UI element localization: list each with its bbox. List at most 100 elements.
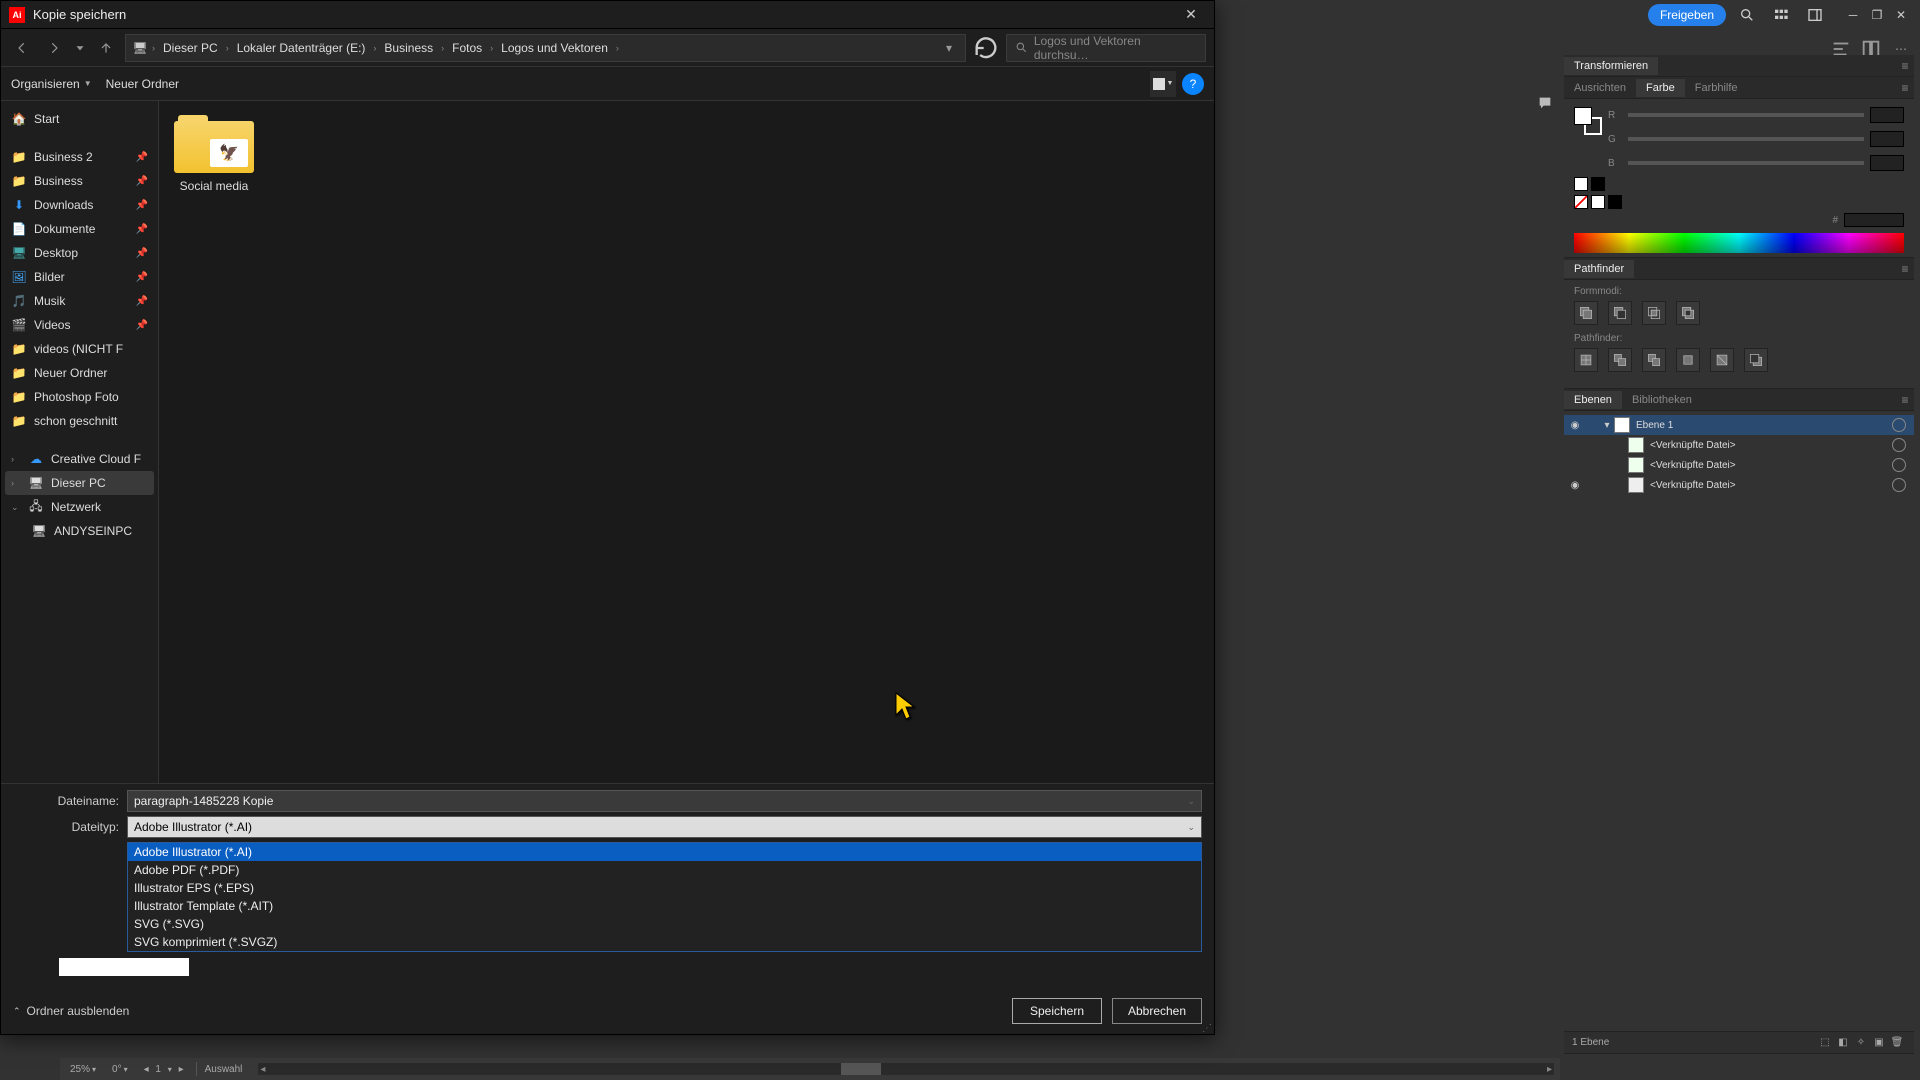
save-button[interactable]: Speichern <box>1012 998 1102 1024</box>
tab-align[interactable]: Ausrichten <box>1564 79 1636 97</box>
g-value[interactable] <box>1870 131 1904 147</box>
breadcrumb-dropdown[interactable]: ▾ <box>939 41 959 55</box>
view-mode-button[interactable]: ▼ <box>1150 71 1176 97</box>
layer-row[interactable]: ◉ <Verknüpfte Datei> <box>1564 475 1914 495</box>
visibility-icon[interactable]: ◉ <box>1564 480 1586 491</box>
expand-icon[interactable]: › <box>11 454 21 464</box>
tab-colorguide[interactable]: Farbhilfe <box>1685 79 1748 97</box>
expand-icon[interactable]: ▾ <box>1600 420 1614 431</box>
outline-icon[interactable] <box>1710 348 1734 372</box>
recent-dropdown[interactable] <box>73 35 87 61</box>
minus-front-icon[interactable] <box>1608 301 1632 325</box>
sidebar-item[interactable]: 📁Neuer Ordner <box>5 361 154 385</box>
organize-button[interactable]: Organisieren▼ <box>11 77 92 91</box>
intersect-icon[interactable] <box>1642 301 1666 325</box>
pin-icon[interactable]: 📌 <box>136 320 148 331</box>
folder-item[interactable]: 🦅 Social media <box>171 113 257 193</box>
filename-input[interactable]: paragraph-1485228 Kopie⌄ <box>127 790 1202 812</box>
target-icon[interactable] <box>1892 458 1906 472</box>
visibility-icon[interactable]: ◉ <box>1564 420 1586 431</box>
trim-icon[interactable] <box>1608 348 1632 372</box>
layer-row[interactable]: <Verknüpfte Datei> <box>1564 455 1914 475</box>
target-icon[interactable] <box>1892 438 1906 452</box>
filetype-option[interactable]: Illustrator Template (*.AIT) <box>128 897 1201 915</box>
pin-icon[interactable]: 📌 <box>136 152 148 163</box>
refresh-button[interactable] <box>972 34 1000 62</box>
breadcrumb-seg[interactable]: Fotos <box>448 39 486 57</box>
sidebar-item[interactable]: 📁schon geschnitt <box>5 409 154 433</box>
target-icon[interactable] <box>1892 418 1906 432</box>
new-layer-icon[interactable]: ▣ <box>1870 1034 1888 1052</box>
r-slider[interactable] <box>1628 113 1864 117</box>
close-button[interactable]: ✕ <box>1176 4 1206 26</box>
expand-icon[interactable]: ⌄ <box>11 502 21 513</box>
panel-menu-icon[interactable]: ≡ <box>1896 59 1914 73</box>
file-list[interactable]: 🦅 Social media <box>159 101 1214 783</box>
zoom-dropdown[interactable]: 25%▾ <box>66 1064 100 1075</box>
breadcrumb-seg[interactable]: Business <box>380 39 437 57</box>
share-button[interactable]: Freigeben <box>1648 4 1726 26</box>
black-swatch[interactable] <box>1608 195 1622 209</box>
pin-icon[interactable]: 📌 <box>136 248 148 259</box>
artboard-nav[interactable]: ◂ 1 ▾ ▸ <box>140 1064 188 1075</box>
divide-icon[interactable] <box>1574 348 1598 372</box>
pin-icon[interactable]: 📌 <box>136 272 148 283</box>
none-swatch[interactable] <box>1574 195 1588 209</box>
new-sublayer-icon[interactable]: ✧ <box>1852 1034 1870 1052</box>
locate-layer-icon[interactable]: ⬚ <box>1816 1034 1834 1052</box>
mini-swatch[interactable] <box>1574 177 1588 191</box>
r-value[interactable] <box>1870 107 1904 123</box>
cancel-button[interactable]: Abbrechen <box>1112 998 1202 1024</box>
breadcrumb[interactable]: 🖥› Dieser PC› Lokaler Datenträger (E:)› … <box>125 34 966 62</box>
layer-row[interactable]: <Verknüpfte Datei> <box>1564 435 1914 455</box>
help-button[interactable]: ? <box>1182 73 1204 95</box>
tab-transform[interactable]: Transformieren <box>1564 57 1658 75</box>
rotate-dropdown[interactable]: 0°▾ <box>108 1064 132 1075</box>
crop-icon[interactable] <box>1676 348 1700 372</box>
hide-folders-toggle[interactable]: ⌃Ordner ausblenden <box>13 1004 129 1018</box>
color-spectrum[interactable] <box>1574 233 1904 253</box>
sidebar-item[interactable]: 📁Business 2📌 <box>5 145 154 169</box>
h-scrollbar[interactable]: ◂▸ <box>258 1063 1554 1075</box>
hex-input[interactable] <box>1844 213 1904 227</box>
sidebar-item[interactable]: 📁videos (NICHT F <box>5 337 154 361</box>
unite-icon[interactable] <box>1574 301 1598 325</box>
layer-name[interactable]: Ebene 1 <box>1636 420 1892 431</box>
sidebar-item[interactable]: 📄Dokumente📌 <box>5 217 154 241</box>
filetype-option[interactable]: SVG komprimiert (*.SVGZ) <box>128 933 1201 951</box>
sidebar-tree-item[interactable]: ›☁Creative Cloud F <box>5 447 154 471</box>
search-icon[interactable] <box>1734 2 1760 28</box>
sidebar-item[interactable]: 🎬Videos📌 <box>5 313 154 337</box>
filetype-option[interactable]: Illustrator EPS (*.EPS) <box>128 879 1201 897</box>
pin-icon[interactable]: 📌 <box>136 224 148 235</box>
g-slider[interactable] <box>1628 137 1864 141</box>
forward-button[interactable] <box>41 35 67 61</box>
sidebar-tree-item[interactable]: ⌄🖧Netzwerk <box>5 495 154 519</box>
breadcrumb-seg[interactable]: Lokaler Datenträger (E:) <box>233 39 370 57</box>
sidebar-item[interactable]: 🖥Desktop📌 <box>5 241 154 265</box>
workspace-icon[interactable] <box>1802 2 1828 28</box>
pin-icon[interactable]: 📌 <box>136 296 148 307</box>
tab-color[interactable]: Farbe <box>1636 79 1685 97</box>
comments-icon[interactable] <box>1532 90 1558 116</box>
sidebar-item[interactable]: 🎵Musik📌 <box>5 289 154 313</box>
make-clipping-icon[interactable]: ◧ <box>1834 1034 1852 1052</box>
panel-menu-icon[interactable]: ≡ <box>1896 262 1914 276</box>
mini-swatch[interactable] <box>1591 177 1605 191</box>
up-button[interactable] <box>93 35 119 61</box>
back-button[interactable] <box>9 35 35 61</box>
sublayer-name[interactable]: <Verknüpfte Datei> <box>1650 460 1892 471</box>
tab-layers[interactable]: Ebenen <box>1564 391 1622 409</box>
filetype-select[interactable]: Adobe Illustrator (*.AI)⌄ <box>127 816 1202 838</box>
tab-libraries[interactable]: Bibliotheken <box>1622 391 1702 409</box>
pin-icon[interactable]: 📌 <box>136 176 148 187</box>
panel-menu-icon[interactable]: ≡ <box>1896 393 1914 407</box>
arrange-icon[interactable] <box>1768 2 1794 28</box>
b-value[interactable] <box>1870 155 1904 171</box>
minus-back-icon[interactable] <box>1744 348 1768 372</box>
pin-icon[interactable]: 📌 <box>136 200 148 211</box>
filetype-dropdown[interactable]: Adobe Illustrator (*.AI) Adobe PDF (*.PD… <box>127 842 1202 952</box>
panel-menu-icon[interactable]: ≡ <box>1896 81 1914 95</box>
resize-grip[interactable]: ⋰ <box>1202 1026 1212 1032</box>
window-close[interactable]: ✕ <box>1890 4 1912 26</box>
